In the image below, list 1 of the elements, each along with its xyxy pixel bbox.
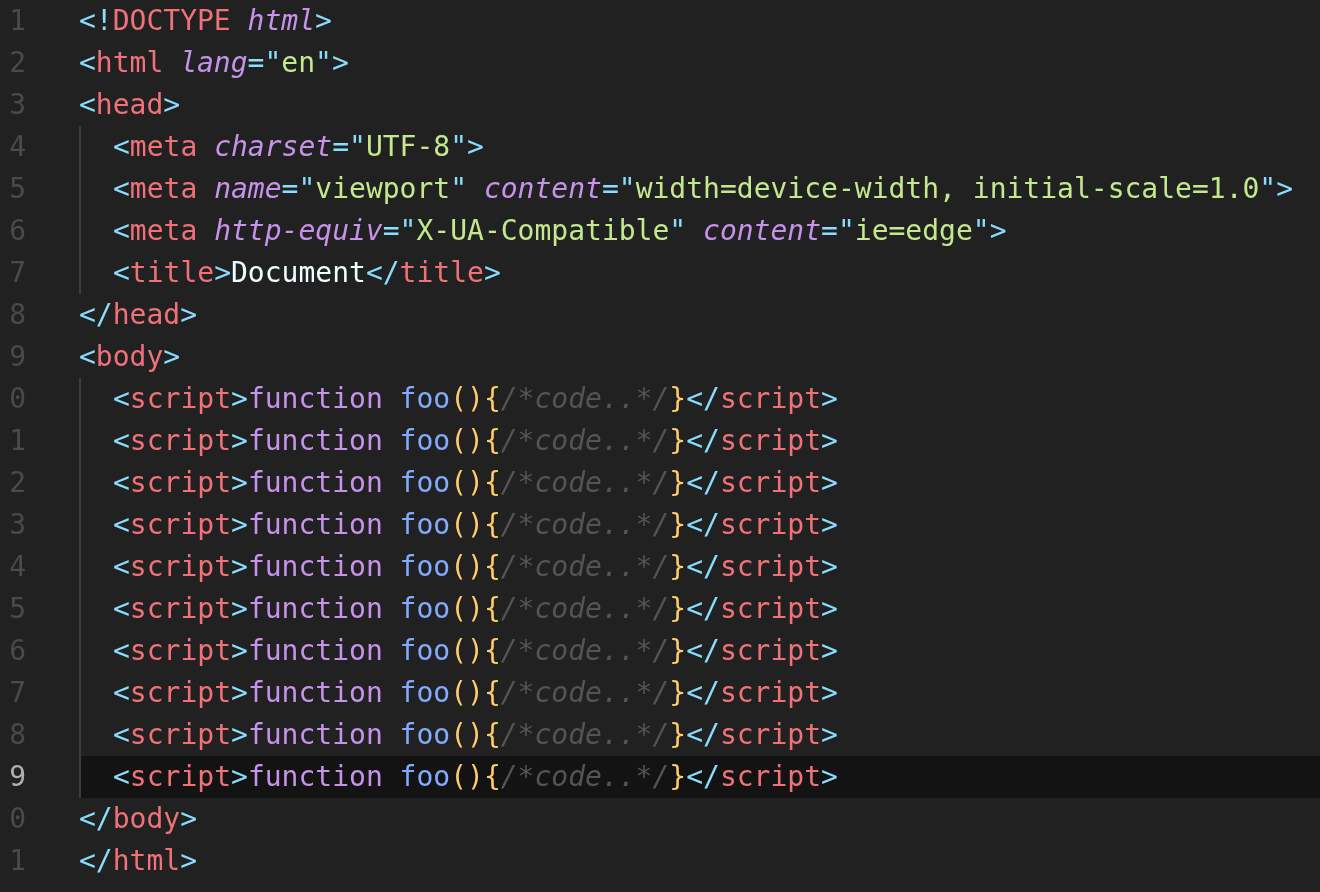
line-number: 9	[8, 759, 26, 795]
